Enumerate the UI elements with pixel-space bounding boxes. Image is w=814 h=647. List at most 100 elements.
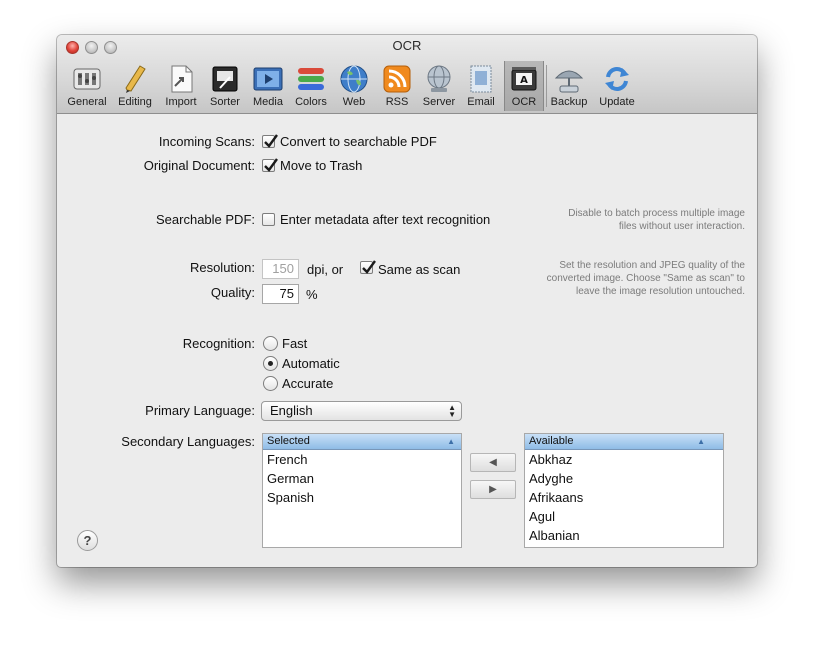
help-text-line: Disable to batch process multiple image	[568, 208, 745, 219]
toolbar-item-label: Media	[253, 96, 283, 108]
sorter-icon	[212, 66, 238, 92]
searchable-pdf-label: Searchable PDF:	[156, 212, 255, 227]
convert-searchable-pdf-label: Convert to searchable PDF	[280, 134, 437, 149]
column-header-label: Selected	[267, 435, 310, 447]
recognition-accurate-label: Accurate	[282, 376, 334, 391]
list-item[interactable]: German	[263, 469, 461, 488]
toolbar-item-label: Backup	[550, 96, 588, 108]
toolbar-item-label: General	[67, 96, 107, 108]
toolbar-item-email[interactable]: Email	[462, 61, 500, 111]
percent-unit-label: %	[306, 287, 318, 302]
dpi-unit-label: dpi, or	[307, 262, 344, 277]
general-icon	[73, 68, 101, 90]
ocr-scanner-icon: A	[511, 67, 537, 91]
toolbar-item-label: Server	[422, 96, 456, 108]
selected-column-header[interactable]: Selected ▲	[263, 434, 461, 450]
checkmark-icon	[362, 260, 376, 274]
checkmark-icon	[264, 134, 278, 148]
rss-icon	[383, 65, 411, 93]
toolbar: OCR General Editing Import Sorter Media …	[57, 35, 757, 114]
selected-languages-list[interactable]: Selected ▲ French German Spanish	[262, 433, 462, 548]
quality-label: Quality:	[210, 285, 255, 300]
colors-icon	[298, 68, 324, 90]
recognition-automatic-radio[interactable]	[263, 356, 278, 371]
toolbar-item-update[interactable]: Update	[595, 61, 639, 111]
list-item[interactable]: Agul	[525, 507, 723, 526]
toolbar-item-rss[interactable]: RSS	[376, 61, 418, 111]
checkmark-icon	[264, 158, 278, 172]
enter-metadata-checkbox[interactable]	[262, 213, 275, 226]
convert-searchable-pdf-checkbox[interactable]	[262, 134, 278, 148]
ocr-settings-pane: Incoming Scans: Convert to searchable PD…	[57, 114, 757, 567]
primary-language-label: Primary Language:	[145, 403, 255, 418]
toolbar-item-web[interactable]: Web	[336, 61, 372, 111]
sort-ascending-icon: ▲	[447, 437, 455, 446]
list-item[interactable]: Albanian	[525, 526, 723, 545]
toolbar-item-label: Update	[599, 96, 635, 108]
update-icon	[605, 67, 629, 91]
help-text-line: files without user interaction.	[618, 221, 745, 232]
help-button[interactable]: ?	[77, 530, 98, 551]
incoming-scans-label: Incoming Scans:	[158, 134, 255, 149]
backup-icon	[554, 70, 584, 93]
toolbar-item-label: Import	[165, 96, 197, 108]
svg-text:A: A	[520, 75, 528, 86]
add-language-button[interactable]: ◀	[470, 453, 516, 472]
toolbar-item-label: Email	[467, 96, 495, 108]
column-header-label: Available	[529, 435, 574, 447]
sort-ascending-icon: ▲	[697, 437, 705, 446]
toolbar-item-backup[interactable]: Backup	[548, 61, 590, 111]
move-to-trash-label: Move to Trash	[280, 158, 363, 173]
recognition-automatic-label: Automatic	[282, 356, 340, 371]
available-column-header[interactable]: Available ▲	[525, 434, 723, 450]
help-text-line: leave the image resolution untouched.	[575, 286, 745, 297]
toolbar-item-label: OCR	[511, 96, 537, 108]
secondary-languages-label: Secondary Languages:	[121, 434, 255, 449]
original-document-label: Original Document:	[143, 158, 255, 173]
quality-field[interactable]: 75	[262, 284, 299, 304]
list-item[interactable]: French	[263, 450, 461, 469]
list-item[interactable]: Spanish	[263, 488, 461, 507]
toolbar-item-general[interactable]: General	[64, 61, 110, 111]
enter-metadata-label: Enter metadata after text recognition	[280, 212, 491, 227]
primary-language-popup[interactable]: English ▲ ▼	[261, 401, 462, 421]
primary-language-value: English	[270, 403, 313, 418]
resolution-label: Resolution:	[189, 260, 255, 275]
toolbar-item-import[interactable]: Import	[160, 61, 202, 111]
searchable-pdf-help: Disable to batch process multiple image …	[505, 207, 745, 233]
recognition-fast-label: Fast	[282, 336, 308, 351]
toolbar-item-label: Web	[342, 96, 366, 108]
toolbar-item-sorter[interactable]: Sorter	[204, 61, 246, 111]
help-text-line: converted image. Choose "Same as scan" t…	[546, 273, 745, 284]
toolbar-item-label: RSS	[385, 96, 409, 108]
import-icon	[171, 65, 193, 93]
remove-language-button[interactable]: ▶	[470, 480, 516, 499]
recognition-accurate-radio[interactable]	[263, 376, 278, 391]
recognition-fast-radio[interactable]	[263, 336, 278, 351]
preferences-window: OCR General Editing Import Sorter Media …	[57, 35, 757, 567]
toolbar-item-media[interactable]: Media	[248, 61, 288, 111]
server-icon	[427, 65, 451, 92]
globe-icon	[340, 65, 368, 93]
popup-updown-icon: ▲ ▼	[448, 403, 456, 419]
toolbar-item-server[interactable]: Server	[419, 61, 459, 111]
list-item[interactable]: Afrikaans	[525, 488, 723, 507]
pencil-icon	[125, 65, 146, 93]
media-icon	[253, 67, 283, 91]
window-title: OCR	[392, 38, 422, 53]
toolbar-item-ocr[interactable]: A OCR	[504, 61, 544, 111]
resolution-help: Set the resolution and JPEG quality of t…	[505, 259, 745, 298]
same-as-scan-checkbox[interactable]	[360, 260, 376, 274]
toolbar-separator	[546, 65, 547, 107]
toolbar-item-label: Editing	[118, 96, 152, 108]
toolbar-item-colors[interactable]: Colors	[290, 61, 332, 111]
toolbar-item-editing[interactable]: Editing	[114, 61, 156, 111]
email-icon	[470, 65, 492, 93]
list-item[interactable]: Abkhaz	[525, 450, 723, 469]
resolution-field[interactable]: 150	[262, 259, 299, 279]
move-to-trash-checkbox[interactable]	[262, 158, 278, 172]
available-languages-list[interactable]: Available ▲ Abkhaz Adyghe Afrikaans Agul…	[524, 433, 724, 548]
same-as-scan-label: Same as scan	[378, 262, 461, 277]
toolbar-item-label: Sorter	[210, 96, 240, 108]
list-item[interactable]: Adyghe	[525, 469, 723, 488]
